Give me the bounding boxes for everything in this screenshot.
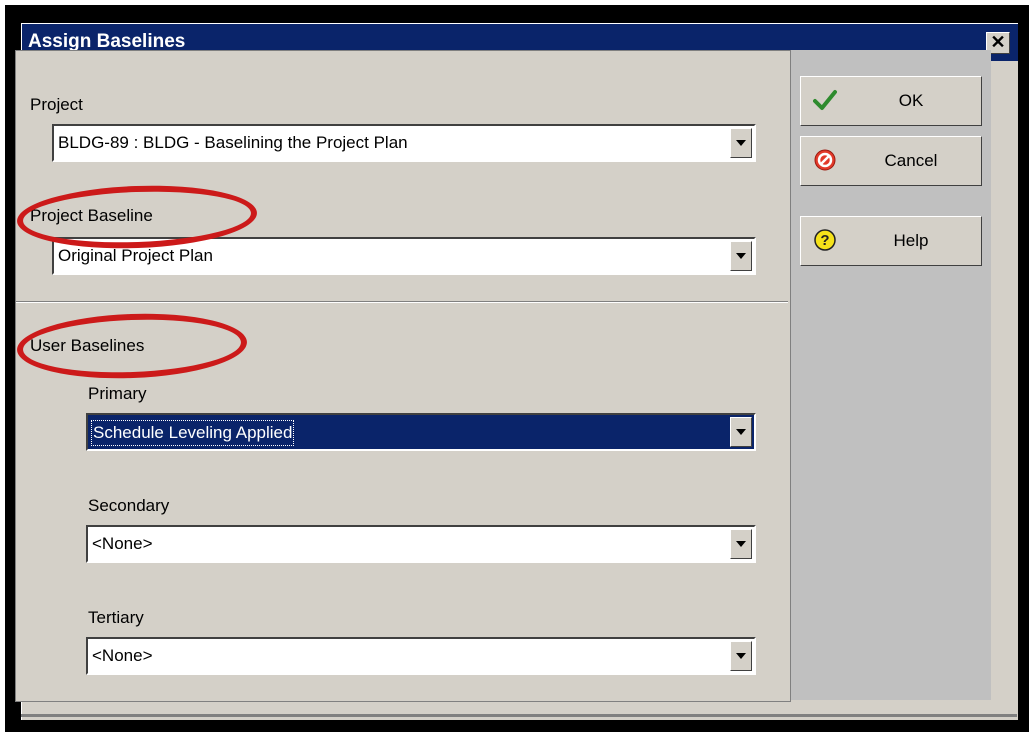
chevron-down-icon [736, 140, 746, 146]
chevron-down-icon [736, 253, 746, 259]
chevron-down-icon [736, 653, 746, 659]
tertiary-dropdown-button[interactable] [730, 641, 752, 671]
tertiary-baseline-select[interactable]: <None> [86, 637, 756, 675]
cancel-button[interactable]: Cancel [800, 136, 982, 186]
cancel-label: Cancel [884, 151, 938, 170]
primary-label: Primary [88, 384, 147, 403]
project-value: BLDG-89 : BLDG - Baselining the Project … [58, 133, 408, 152]
window-bottom-edge [21, 714, 1017, 717]
project-dropdown-button[interactable] [730, 128, 752, 158]
project-label: Project [30, 95, 83, 114]
secondary-baseline-select[interactable]: <None> [86, 525, 756, 563]
help-label: Help [893, 231, 929, 250]
chevron-down-icon [736, 541, 746, 547]
project-baseline-dropdown-button[interactable] [730, 241, 752, 271]
secondary-label: Secondary [88, 496, 170, 515]
ok-button[interactable]: OK [800, 76, 982, 126]
project-baseline-value: Original Project Plan [58, 246, 213, 265]
secondary-dropdown-button[interactable] [730, 529, 752, 559]
primary-baseline-select[interactable]: Schedule Leveling Applied [86, 413, 756, 451]
primary-dropdown-button[interactable] [730, 417, 752, 447]
chevron-down-icon [736, 429, 746, 435]
project-select[interactable]: BLDG-89 : BLDG - Baselining the Project … [52, 124, 756, 162]
help-button[interactable]: ? Help [800, 216, 982, 266]
question-icon: ? [814, 229, 836, 251]
secondary-baseline-value: <None> [92, 534, 153, 553]
ok-label: OK [898, 91, 924, 110]
tertiary-baseline-value: <None> [92, 646, 153, 665]
tertiary-label: Tertiary [88, 608, 144, 627]
svg-text:?: ? [820, 232, 829, 249]
checkmark-icon [813, 90, 837, 110]
close-icon: ✕ [990, 32, 1006, 52]
section-divider [16, 301, 788, 303]
no-entry-icon [814, 149, 836, 171]
primary-baseline-value: Schedule Leveling Applied [91, 420, 295, 446]
